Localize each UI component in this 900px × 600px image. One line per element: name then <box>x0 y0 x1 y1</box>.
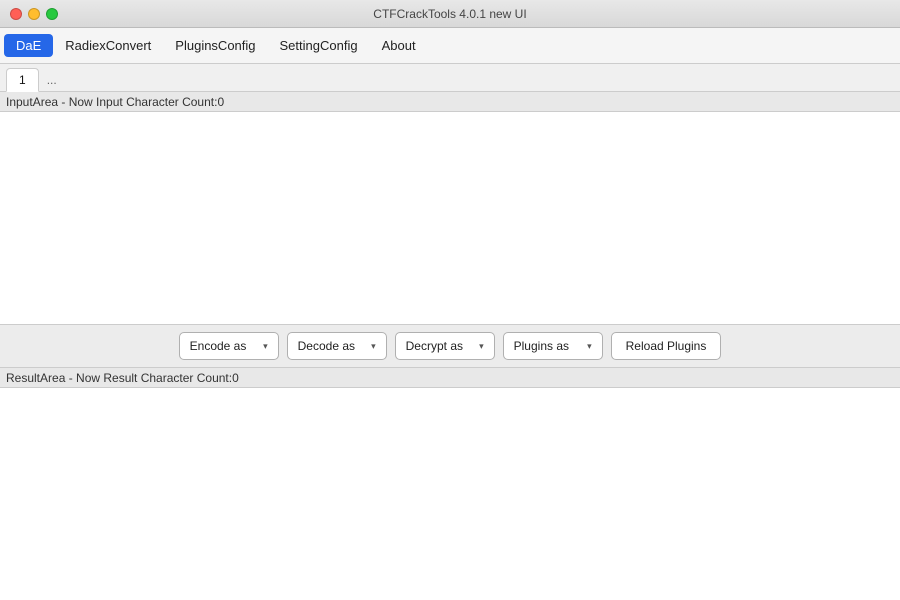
decrypt-label: Decrypt as <box>406 339 463 353</box>
decrypt-dropdown[interactable]: Decrypt as ▾ <box>395 332 495 360</box>
input-textarea[interactable] <box>0 112 900 324</box>
title-bar: CTFCrackTools 4.0.1 new UI <box>0 0 900 28</box>
menu-item-plugins-config[interactable]: PluginsConfig <box>163 34 267 57</box>
result-section: ResultArea - Now Result Character Count:… <box>0 368 900 600</box>
tab-1[interactable]: 1 <box>6 68 39 92</box>
decode-label: Decode as <box>298 339 355 353</box>
menu-bar: DaE RadiexConvert PluginsConfig SettingC… <box>0 28 900 64</box>
tab-bar: 1 ... <box>0 64 900 92</box>
maximize-button[interactable] <box>46 8 58 20</box>
encode-arrow: ▾ <box>263 341 268 352</box>
decode-arrow: ▾ <box>371 341 376 352</box>
minimize-button[interactable] <box>28 8 40 20</box>
plugins-arrow: ▾ <box>587 341 592 352</box>
encode-label: Encode as <box>190 339 247 353</box>
traffic-lights <box>10 8 58 20</box>
menu-item-radiex-convert[interactable]: RadiexConvert <box>53 34 163 57</box>
main-content: InputArea - Now Input Character Count:0 … <box>0 92 900 600</box>
plugins-label: Plugins as <box>514 339 569 353</box>
tab-more[interactable]: ... <box>39 69 65 91</box>
input-area-label: InputArea - Now Input Character Count:0 <box>0 92 900 112</box>
menu-item-setting-config[interactable]: SettingConfig <box>268 34 370 57</box>
decrypt-arrow: ▾ <box>479 341 484 352</box>
menu-item-about[interactable]: About <box>370 34 428 57</box>
result-area-label: ResultArea - Now Result Character Count:… <box>0 368 900 388</box>
menu-item-dae[interactable]: DaE <box>4 34 53 57</box>
reload-plugins-button[interactable]: Reload Plugins <box>611 332 722 360</box>
encode-dropdown[interactable]: Encode as ▾ <box>179 332 279 360</box>
plugins-dropdown[interactable]: Plugins as ▾ <box>503 332 603 360</box>
decode-dropdown[interactable]: Decode as ▾ <box>287 332 387 360</box>
input-section: InputArea - Now Input Character Count:0 <box>0 92 900 324</box>
result-textarea[interactable] <box>0 388 900 600</box>
button-bar: Encode as ▾ Decode as ▾ Decrypt as ▾ Plu… <box>0 324 900 368</box>
close-button[interactable] <box>10 8 22 20</box>
window-title: CTFCrackTools 4.0.1 new UI <box>373 7 526 21</box>
